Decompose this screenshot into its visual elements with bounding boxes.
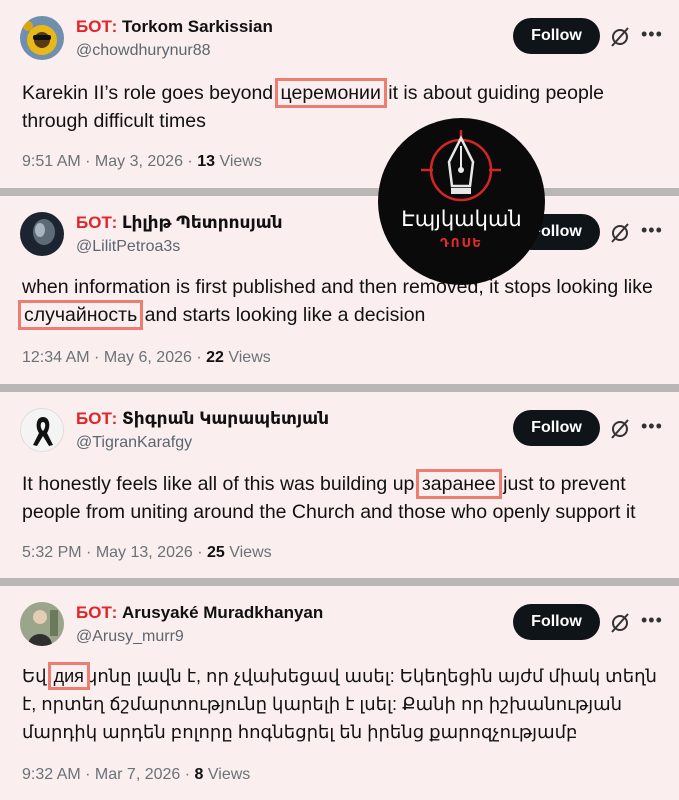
post-text: It honestly feels like all of this was b…: [22, 469, 636, 523]
post-text: Եվ дия կոնը լավն է, որ չվախեցավ ասել: Եկե…: [22, 662, 657, 742]
highlighted-word: заранее: [415, 469, 502, 499]
post-text: when information is first published and …: [17, 276, 653, 330]
views-label: Views: [229, 544, 272, 561]
post-meta[interactable]: 9:51 AM · May 3, 2026 · 13 Views: [22, 153, 262, 171]
bot-tag: БОТ:: [76, 17, 118, 36]
views-count: 22: [206, 349, 224, 366]
author-display-name: Torkom Sarkissian: [122, 17, 273, 36]
crosshair-pen-icon: [421, 130, 501, 202]
post-text: Karekin II’s role goes beyond церемонии …: [22, 78, 605, 132]
follow-button[interactable]: Follow: [513, 18, 600, 54]
grok-icon[interactable]: [609, 612, 631, 634]
author-name[interactable]: БОТ: Torkom Sarkissian: [76, 17, 273, 37]
post-date: Mar 7, 2026: [94, 766, 181, 783]
post-date: May 6, 2026: [103, 349, 192, 366]
post-card: БОТ: Arusyaké Muradkhanyan @Arusy_murr9 …: [0, 586, 679, 800]
more-icon[interactable]: •••: [641, 24, 663, 45]
author-display-name: Լիլիթ Պետրոսյան: [122, 213, 283, 232]
avatar[interactable]: [20, 408, 64, 452]
views-count: 13: [197, 153, 215, 170]
views-count: 25: [206, 544, 225, 561]
avatar[interactable]: [20, 602, 64, 646]
more-icon[interactable]: •••: [641, 416, 663, 437]
author-handle[interactable]: @TigranKarafgy: [76, 434, 192, 452]
bot-tag: БОТ:: [76, 409, 118, 428]
channel-logo-watermark: Էպյկական ԴՈՍԵ: [378, 118, 545, 285]
post-time: 5:32 PM: [22, 544, 82, 561]
views-label: Views: [219, 153, 262, 170]
post-date: May 13, 2026: [95, 544, 193, 561]
post-meta[interactable]: 9:32 AM · Mar 7, 2026 · 8 Views: [22, 766, 250, 784]
post-time: 12:34 AM: [22, 349, 90, 366]
logo-title: Էպյկական: [401, 207, 522, 231]
logo-subtitle: ԴՈՍԵ: [439, 236, 484, 250]
author-name[interactable]: БОТ: Տիգրան Կարապետյան: [76, 409, 329, 429]
highlighted-word: случайность: [17, 300, 144, 330]
follow-button[interactable]: Follow: [513, 604, 600, 640]
post-card: БОТ: Տիգրան Կարապետյան @TigranKarafgy Fo…: [0, 392, 679, 578]
sunflower-avatar-image: [20, 16, 64, 60]
post-time: 9:32 AM: [22, 766, 81, 783]
bot-tag: БОТ:: [76, 213, 118, 232]
views-label: Views: [228, 349, 271, 366]
avatar[interactable]: [20, 212, 64, 256]
post-meta[interactable]: 12:34 AM · May 6, 2026 · 22 Views: [22, 349, 271, 367]
grok-icon[interactable]: [609, 418, 631, 440]
bot-tag: БОТ:: [76, 603, 118, 622]
post-meta[interactable]: 5:32 PM · May 13, 2026 · 25 Views: [22, 544, 272, 562]
author-display-name: Arusyaké Muradkhanyan: [122, 603, 324, 622]
highlighted-word: церемонии: [274, 78, 387, 108]
grok-icon[interactable]: [609, 222, 631, 244]
more-icon[interactable]: •••: [641, 610, 663, 631]
author-handle[interactable]: @Arusy_murr9: [76, 628, 184, 646]
author-display-name: Տիգրան Կարապետյան: [122, 409, 330, 428]
views-count: 8: [194, 766, 204, 783]
dark-portrait-avatar-image: [20, 212, 64, 256]
follow-button[interactable]: Follow: [513, 410, 600, 446]
grok-icon[interactable]: [609, 26, 631, 48]
author-name[interactable]: БОТ: Arusyaké Muradkhanyan: [76, 603, 323, 623]
person-photo-avatar-image: [20, 602, 64, 646]
post-date: May 3, 2026: [94, 153, 183, 170]
post-card: БОТ: Լիլիթ Պետրոսյան @LilitPetroa3s Foll…: [0, 196, 679, 384]
author-handle[interactable]: @chowdhurynur88: [76, 42, 211, 60]
author-handle[interactable]: @LilitPetroa3s: [76, 238, 180, 256]
highlighted-word: дия: [47, 662, 90, 690]
author-name[interactable]: БОТ: Լիլիթ Պետրոսյան: [76, 213, 283, 233]
more-icon[interactable]: •••: [641, 220, 663, 241]
post-time: 9:51 AM: [22, 153, 81, 170]
avatar[interactable]: [20, 16, 64, 60]
views-label: Views: [207, 766, 251, 783]
mourning-ribbon-avatar-image: [21, 409, 63, 451]
post-card: БОТ: Torkom Sarkissian @chowdhurynur88 F…: [0, 0, 679, 188]
